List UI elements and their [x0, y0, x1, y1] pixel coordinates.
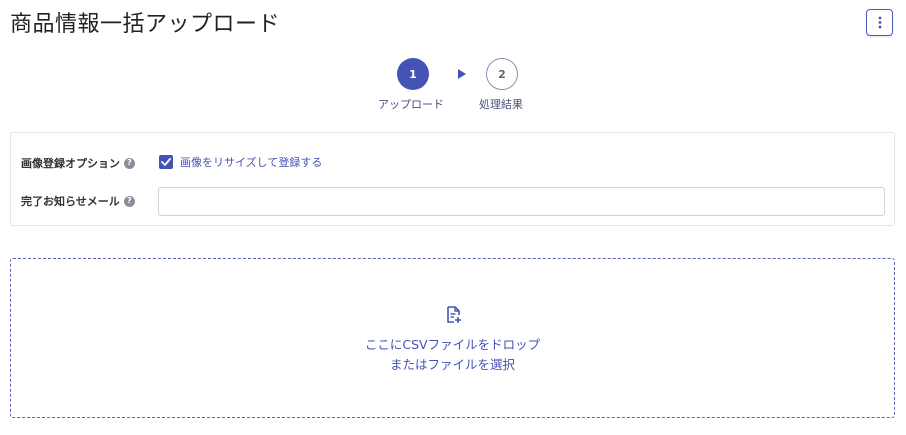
- step-1-label: アップロード: [378, 98, 444, 111]
- select-file-link[interactable]: またはファイルを選択: [11, 354, 894, 373]
- image-option-label-row: 画像登録オプション ?: [21, 155, 135, 171]
- step-2-label: 処理結果: [479, 98, 523, 111]
- upload-options-card: 画像登録オプション ? 画像をリサイズして登録する 完了お知らせメール ?: [10, 132, 895, 226]
- page-title: 商品情報一括アップロード: [10, 12, 281, 37]
- csv-dropzone[interactable]: ここにCSVファイルをドロップ またはファイルを選択: [10, 258, 895, 418]
- notification-email-input[interactable]: [158, 187, 885, 216]
- more-vertical-icon: [878, 16, 881, 29]
- help-icon[interactable]: ?: [124, 157, 135, 169]
- file-add-icon: [447, 306, 461, 323]
- dropzone-instruction: ここにCSVファイルをドロップ: [364, 337, 541, 352]
- resize-image-checkbox-label[interactable]: 画像をリサイズして登録する: [180, 154, 322, 170]
- step-1-indicator: 1: [397, 58, 429, 90]
- triangle-right-icon: [458, 69, 466, 79]
- help-icon[interactable]: ?: [123, 195, 135, 207]
- page-root: 商品情報一括アップロード 1 2 アップロード 処理結果 画像登録オプション ?…: [0, 0, 906, 435]
- notification-email-label: 完了お知らせメール: [21, 195, 120, 208]
- upload-stepper: 1 2 アップロード 処理結果: [0, 58, 906, 118]
- image-option-label: 画像登録オプション: [21, 157, 120, 170]
- notification-email-label-row: 完了お知らせメール ?: [21, 193, 135, 209]
- checkbox-checked-icon[interactable]: [159, 155, 173, 169]
- step-2-indicator: 2: [486, 58, 518, 90]
- resize-image-checkbox[interactable]: 画像をリサイズして登録する: [159, 154, 322, 170]
- more-menu-button[interactable]: [866, 9, 893, 36]
